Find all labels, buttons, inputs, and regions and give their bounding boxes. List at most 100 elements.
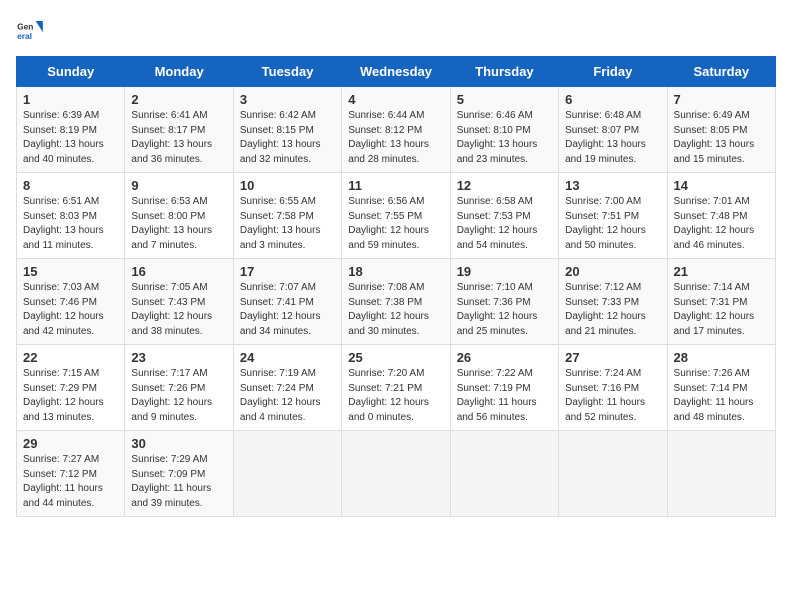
day-number: 12 [457,178,552,193]
calendar-cell: 3 Sunrise: 6:42 AM Sunset: 8:15 PM Daylig… [233,87,341,173]
day-info: Sunrise: 7:05 AM Sunset: 7:43 PM Dayligh… [131,281,226,339]
calendar-cell: 10Sunrise: 6:55 AM Sunset: 7:58 PM Dayli… [233,173,341,259]
calendar-cell: 21 Sunrise: 7:14 AM Sunset: 7:31 PM Dayli… [667,259,775,345]
day-info: Sunrise: 7:17 AM Sunset: 7:26 PM Dayligh… [131,367,226,425]
weekday-header-thursday: Thursday [450,57,558,87]
calendar-cell: 24 Sunrise: 7:19 AM Sunset: 7:24 PM Dayli… [233,345,341,431]
day-number: 7 [674,92,769,107]
day-number: 28 [674,350,769,365]
calendar-cell: 12Sunrise: 6:58 AM Sunset: 7:53 PM Dayli… [450,173,558,259]
calendar-cell: 27Sunrise: 7:24 AM Sunset: 7:16 PM Dayli… [559,345,667,431]
calendar-cell: 1Sunrise: 6:39 AM Sunset: 8:19 PM Daylig… [17,87,125,173]
day-number: 24 [240,350,335,365]
calendar-cell [559,431,667,517]
calendar-cell: 2 Sunrise: 6:41 AM Sunset: 8:17 PM Daylig… [125,87,233,173]
day-info: Sunrise: 6:44 AM Sunset: 8:12 PM Dayligh… [348,109,443,167]
weekday-header-wednesday: Wednesday [342,57,450,87]
calendar-cell [667,431,775,517]
calendar-table: SundayMondayTuesdayWednesdayThursdayFrid… [16,56,776,517]
calendar-cell [342,431,450,517]
day-number: 27 [565,350,660,365]
calendar-cell: 4 Sunrise: 6:44 AM Sunset: 8:12 PM Daylig… [342,87,450,173]
calendar-cell: 29 Sunrise: 7:27 AM Sunset: 7:12 PM Dayli… [17,431,125,517]
day-number: 30 [131,436,226,451]
calendar-cell: 26Sunrise: 7:22 AM Sunset: 7:19 PM Dayli… [450,345,558,431]
day-info: Sunrise: 7:20 AM Sunset: 7:21 PM Dayligh… [348,367,443,425]
day-number: 19 [457,264,552,279]
day-number: 3 [240,92,335,107]
calendar-cell [233,431,341,517]
day-number: 11 [348,178,443,193]
day-number: 25 [348,350,443,365]
calendar-cell: 5 Sunrise: 6:46 AM Sunset: 8:10 PM Daylig… [450,87,558,173]
day-number: 1 [23,92,118,107]
day-info: Sunrise: 7:07 AM Sunset: 7:41 PM Dayligh… [240,281,335,339]
weekday-header-sunday: Sunday [17,57,125,87]
week-row-5: 29 Sunrise: 7:27 AM Sunset: 7:12 PM Dayli… [17,431,776,517]
day-info: Sunrise: 6:51 AM Sunset: 8:03 PM Dayligh… [23,195,118,253]
day-number: 17 [240,264,335,279]
calendar-cell: 8Sunrise: 6:51 AM Sunset: 8:03 PM Daylig… [17,173,125,259]
day-number: 21 [674,264,769,279]
day-number: 20 [565,264,660,279]
day-info: Sunrise: 6:55 AM Sunset: 7:58 PM Dayligh… [240,195,335,253]
day-info: Sunrise: 7:19 AM Sunset: 7:24 PM Dayligh… [240,367,335,425]
day-info: Sunrise: 6:49 AM Sunset: 8:05 PM Dayligh… [674,109,769,167]
week-row-4: 22 Sunrise: 7:15 AM Sunset: 7:29 PM Dayli… [17,345,776,431]
day-number: 13 [565,178,660,193]
day-info: Sunrise: 7:08 AM Sunset: 7:38 PM Dayligh… [348,281,443,339]
calendar-cell: 18 Sunrise: 7:08 AM Sunset: 7:38 PM Dayli… [342,259,450,345]
day-info: Sunrise: 7:01 AM Sunset: 7:48 PM Dayligh… [674,195,769,253]
day-info: Sunrise: 7:03 AM Sunset: 7:46 PM Dayligh… [23,281,118,339]
weekday-header-tuesday: Tuesday [233,57,341,87]
calendar-cell: 19 Sunrise: 7:10 AM Sunset: 7:36 PM Dayli… [450,259,558,345]
day-info: Sunrise: 7:14 AM Sunset: 7:31 PM Dayligh… [674,281,769,339]
calendar-cell: 25 Sunrise: 7:20 AM Sunset: 7:21 PM Dayli… [342,345,450,431]
day-info: Sunrise: 6:42 AM Sunset: 8:15 PM Dayligh… [240,109,335,167]
calendar-cell: 20 Sunrise: 7:12 AM Sunset: 7:33 PM Dayli… [559,259,667,345]
calendar-cell: 15 Sunrise: 7:03 AM Sunset: 7:46 PM Dayli… [17,259,125,345]
day-number: 18 [348,264,443,279]
weekday-header-friday: Friday [559,57,667,87]
calendar-cell: 22 Sunrise: 7:15 AM Sunset: 7:29 PM Dayli… [17,345,125,431]
day-number: 23 [131,350,226,365]
calendar-cell: 6Sunrise: 6:48 AM Sunset: 8:07 PM Daylig… [559,87,667,173]
calendar-cell: 13Sunrise: 7:00 AM Sunset: 7:51 PM Dayli… [559,173,667,259]
day-info: Sunrise: 7:12 AM Sunset: 7:33 PM Dayligh… [565,281,660,339]
day-info: Sunrise: 7:15 AM Sunset: 7:29 PM Dayligh… [23,367,118,425]
week-row-1: 1Sunrise: 6:39 AM Sunset: 8:19 PM Daylig… [17,87,776,173]
day-number: 16 [131,264,226,279]
svg-text:Gen: Gen [17,21,33,31]
logo-icon: General [16,16,44,44]
page-header: General [16,16,776,44]
day-info: Sunrise: 7:10 AM Sunset: 7:36 PM Dayligh… [457,281,552,339]
calendar-cell [450,431,558,517]
calendar-cell: 28 Sunrise: 7:26 AM Sunset: 7:14 PM Dayli… [667,345,775,431]
day-info: Sunrise: 6:56 AM Sunset: 7:55 PM Dayligh… [348,195,443,253]
svg-text:eral: eral [17,31,32,41]
weekday-header-saturday: Saturday [667,57,775,87]
day-info: Sunrise: 7:27 AM Sunset: 7:12 PM Dayligh… [23,453,118,511]
day-number: 2 [131,92,226,107]
day-number: 15 [23,264,118,279]
week-row-2: 8Sunrise: 6:51 AM Sunset: 8:03 PM Daylig… [17,173,776,259]
day-info: Sunrise: 6:46 AM Sunset: 8:10 PM Dayligh… [457,109,552,167]
day-number: 6 [565,92,660,107]
calendar-cell: 23 Sunrise: 7:17 AM Sunset: 7:26 PM Dayli… [125,345,233,431]
weekday-header-row: SundayMondayTuesdayWednesdayThursdayFrid… [17,57,776,87]
day-number: 22 [23,350,118,365]
day-info: Sunrise: 6:53 AM Sunset: 8:00 PM Dayligh… [131,195,226,253]
day-number: 29 [23,436,118,451]
calendar-cell: 30 Sunrise: 7:29 AM Sunset: 7:09 PM Dayli… [125,431,233,517]
day-number: 5 [457,92,552,107]
calendar-cell: 16 Sunrise: 7:05 AM Sunset: 7:43 PM Dayli… [125,259,233,345]
day-number: 9 [131,178,226,193]
day-info: Sunrise: 7:29 AM Sunset: 7:09 PM Dayligh… [131,453,226,511]
day-info: Sunrise: 7:26 AM Sunset: 7:14 PM Dayligh… [674,367,769,425]
day-info: Sunrise: 7:22 AM Sunset: 7:19 PM Dayligh… [457,367,552,425]
calendar-cell: 14 Sunrise: 7:01 AM Sunset: 7:48 PM Dayli… [667,173,775,259]
day-number: 14 [674,178,769,193]
week-row-3: 15 Sunrise: 7:03 AM Sunset: 7:46 PM Dayli… [17,259,776,345]
day-number: 4 [348,92,443,107]
day-info: Sunrise: 6:41 AM Sunset: 8:17 PM Dayligh… [131,109,226,167]
